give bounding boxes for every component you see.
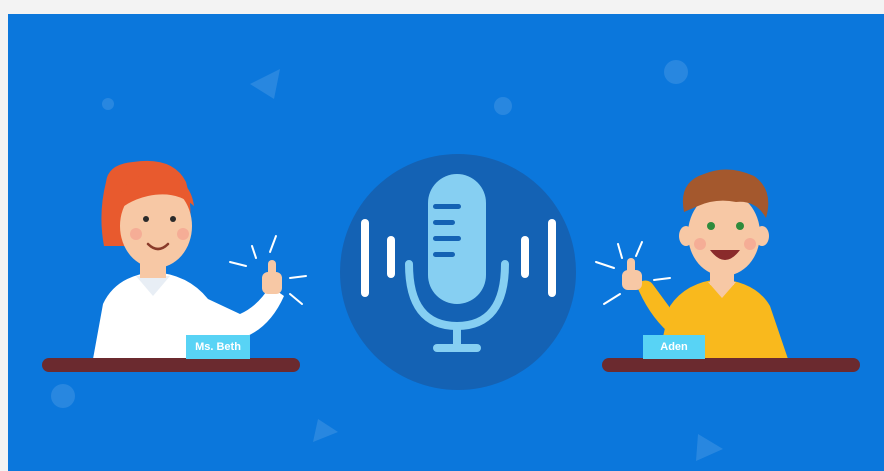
thumbs-up-icon: [262, 260, 282, 294]
desk-left: [42, 358, 300, 372]
podcast-scene: Ms. Beth Aden: [8, 14, 884, 471]
scene-illustration: [42, 60, 860, 461]
thumbs-up-icon: [622, 258, 642, 290]
character-aden: [595, 169, 788, 359]
nameplate-aden: Aden: [643, 335, 705, 359]
nameplate-label: Ms. Beth: [195, 341, 241, 353]
nameplate-ms-beth: Ms. Beth: [186, 335, 250, 359]
desk-right: [602, 358, 860, 372]
character-ms-beth: [93, 160, 307, 359]
nameplate-label: Aden: [660, 341, 688, 353]
microphone-badge: [340, 154, 576, 390]
